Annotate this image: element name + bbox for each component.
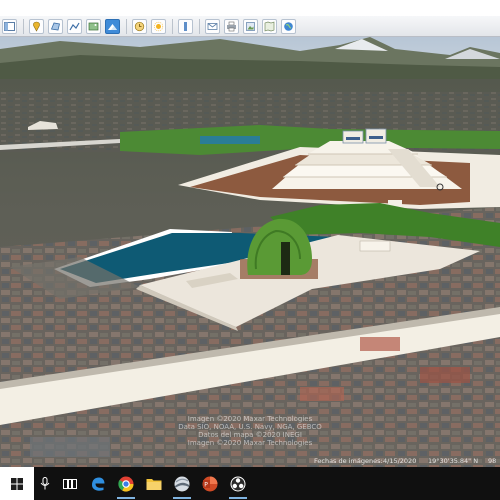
path-icon <box>69 22 80 30</box>
microphone-icon <box>40 477 50 490</box>
overlay-icon <box>88 22 99 30</box>
toolbar-separator <box>23 18 24 34</box>
sidebar-icon <box>4 21 15 31</box>
attribution-line: Imagen ©2020 Maxar Technologies <box>187 415 313 423</box>
start-button[interactable] <box>0 467 34 500</box>
add-polygon-button[interactable] <box>48 18 63 34</box>
distant-water <box>200 136 260 144</box>
clock-icon <box>134 21 145 31</box>
obs-button[interactable] <box>224 467 252 500</box>
attribution-line: Datos del mapa ©2020 INEGI <box>198 431 302 439</box>
chrome-button[interactable] <box>112 467 140 500</box>
add-overlay-button[interactable] <box>86 18 101 34</box>
view-in-maps-button[interactable] <box>262 18 277 34</box>
building-roof <box>420 367 470 383</box>
toolbar-separator <box>126 18 127 34</box>
planet-icon <box>184 21 187 31</box>
windows-icon <box>11 477 23 490</box>
elevation-readout: 98 <box>488 457 497 465</box>
sunlight-button[interactable] <box>151 18 166 34</box>
tree-trunk <box>281 242 290 275</box>
globe-button[interactable] <box>281 18 296 34</box>
placemark-icon <box>33 21 40 32</box>
add-path-button[interactable] <box>67 18 82 34</box>
building-roof <box>300 387 344 401</box>
google-earth-icon <box>174 476 190 491</box>
attribution-line: Imagen ©2020 Maxar Technologies <box>187 439 313 447</box>
historical-imagery-button[interactable] <box>132 18 147 34</box>
imagery-date-label: Fechas de imágenes: <box>314 457 383 465</box>
add-placemark-button[interactable] <box>29 18 44 34</box>
map-3d-viewport[interactable] <box>0 37 500 467</box>
google-earth-button[interactable] <box>168 467 196 500</box>
toolbar-separator <box>199 18 200 34</box>
folder-icon <box>146 478 162 490</box>
powerpoint-button[interactable]: P <box>196 467 224 500</box>
window-top-strip <box>0 0 500 16</box>
svg-text:P: P <box>204 481 208 488</box>
task-view-button[interactable] <box>56 467 84 500</box>
chrome-icon <box>118 476 134 492</box>
taskbar: P <box>0 467 500 500</box>
email-icon <box>207 22 218 30</box>
map-icon <box>264 21 275 31</box>
building-roof <box>360 337 400 351</box>
attribution-line: Data SIO, NOAA, U.S. Navy, NGA, GEBCO <box>178 423 322 431</box>
imagery-date: 4/15/2020 <box>383 457 417 465</box>
sun-icon <box>153 21 164 31</box>
powerpoint-icon: P <box>202 476 218 491</box>
coordinates-readout: 19°30'35.84" N <box>428 457 479 465</box>
email-button[interactable] <box>205 18 220 34</box>
obs-icon <box>230 476 246 491</box>
record-tour-button[interactable] <box>105 18 120 34</box>
print-icon <box>227 21 236 31</box>
edge-icon <box>92 477 105 491</box>
toolbar <box>0 16 500 37</box>
toolbar-separator <box>172 18 173 34</box>
map-scene <box>0 37 500 467</box>
save-image-button[interactable] <box>243 18 258 34</box>
switch-planet-button[interactable] <box>178 18 193 34</box>
task-view-icon <box>63 478 77 489</box>
print-button[interactable] <box>224 18 239 34</box>
save-image-icon <box>246 21 255 31</box>
file-explorer-button[interactable] <box>140 467 168 500</box>
polygon-icon <box>50 22 60 30</box>
cortana-search-button[interactable] <box>34 467 56 500</box>
plaza-building <box>359 240 391 252</box>
edge-button[interactable] <box>84 467 112 500</box>
globe-icon <box>284 21 293 31</box>
hide-sidebar-button[interactable] <box>2 18 17 34</box>
tour-icon <box>108 23 117 30</box>
